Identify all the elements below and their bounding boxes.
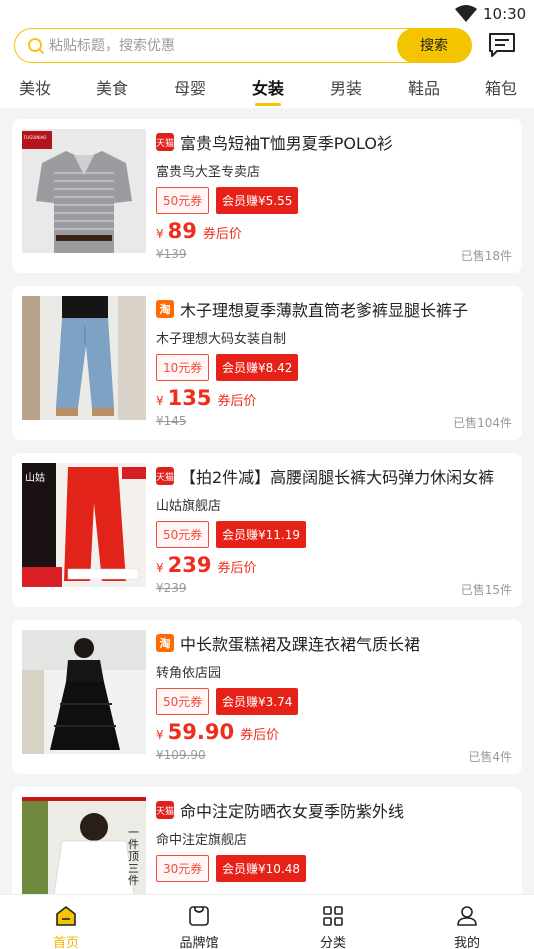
product-card[interactable]: 一件顶三件 天猫 命中注定防晒衣女夏季防紫外线 命中注定旗舰店 30元券 会员赚… [12, 787, 522, 894]
brand-logo-text: FUGUINIAO [24, 135, 47, 140]
wifi-icon [455, 5, 477, 22]
coupon-badge: 50元券 [156, 187, 210, 214]
product-image[interactable] [22, 296, 146, 420]
coupon-badge: 50元券 [156, 521, 210, 548]
tab-shoes[interactable]: 鞋品 [408, 75, 440, 99]
product-title[interactable]: 淘 中长款蛋糕裙及踝连衣裙气质长裙 [156, 632, 516, 654]
product-image[interactable]: 一件顶三件 [22, 797, 146, 894]
coupon-badge: 50元券 [156, 688, 210, 715]
search-button[interactable]: 搜索 [397, 27, 471, 63]
price: ¥ 135 券后价 [156, 386, 257, 410]
price: ¥ 89 券后价 [156, 219, 242, 243]
tab-food[interactable]: 美食 [96, 75, 128, 99]
tab-makeup[interactable]: 美妆 [19, 75, 51, 99]
tab-mens[interactable]: 男装 [330, 75, 362, 99]
price-value: 239 [167, 553, 212, 577]
shop-name[interactable]: 山姑旗舰店 [156, 495, 221, 514]
nav-label: 首页 [52, 936, 79, 949]
sold-count: 已售4件 [468, 750, 512, 764]
bottom-nav: 首页 品牌馆 分类 我的 [0, 894, 534, 949]
search-bar[interactable]: 搜索 [14, 27, 472, 63]
product-image[interactable] [22, 630, 146, 754]
tmall-icon: 天猫 [156, 133, 174, 151]
user-icon [457, 906, 477, 926]
coupon-badge: 10元券 [156, 354, 210, 381]
active-tab-indicator [255, 103, 281, 106]
price-tag: 券后价 [202, 227, 242, 242]
shop-name[interactable]: 转角依店园 [156, 662, 221, 681]
price-tag: 券后价 [217, 394, 257, 409]
home-icon [56, 906, 76, 926]
nav-label: 品牌馆 [179, 936, 219, 949]
promo-text: 一件顶三件 [128, 826, 139, 887]
sold-count: 已售18件 [460, 249, 512, 263]
price-tag: 券后价 [217, 561, 257, 576]
product-title-text: 中长款蛋糕裙及踝连衣裙气质长裙 [180, 635, 421, 654]
product-title[interactable]: 淘 木子理想夏季薄款直筒老爹裤显腿长裤子 [156, 298, 516, 320]
vip-earn-badge: 会员赚¥3.74 [216, 688, 299, 715]
tab-bags[interactable]: 箱包 [485, 75, 517, 99]
original-price: ¥109.90 [156, 748, 206, 762]
shop-name[interactable]: 富贵鸟大圣专卖店 [156, 161, 260, 180]
product-title-text: 木子理想夏季薄款直筒老爹裤显腿长裤子 [180, 301, 469, 320]
tab-womens[interactable]: 女装 [252, 75, 284, 99]
coupon-badge: 30元券 [156, 855, 210, 882]
shop-name[interactable]: 木子理想大码女装自制 [156, 328, 286, 347]
shop-name[interactable]: 命中注定旗舰店 [156, 829, 247, 848]
top-bar: 10:30 搜索 美妆 美食 母婴 女装 男装 鞋品 箱包 [0, 0, 534, 108]
nav-brand[interactable]: 品牌馆 [159, 900, 239, 949]
product-title[interactable]: 天猫 富贵鸟短袖T恤男夏季POLO衫 [156, 131, 516, 153]
product-card[interactable]: FUGUINIAO 天猫 富贵鸟短袖T恤男夏季POLO衫 富贵鸟大圣专卖店 50… [12, 119, 522, 273]
product-card[interactable]: 淘 木子理想夏季薄款直筒老爹裤显腿长裤子 木子理想大码女装自制 10元券 会员赚… [12, 286, 522, 440]
currency-symbol: ¥ [156, 227, 164, 241]
product-title-text: 【拍2件减】高腰阔腿长裤大码弹力休闲女裤 [180, 468, 495, 487]
price-tag: 券后价 [240, 728, 280, 743]
vip-earn-badge: 会员赚¥11.19 [216, 521, 306, 548]
search-input[interactable] [49, 35, 389, 57]
taobao-icon: 淘 [156, 300, 174, 318]
original-price: ¥239 [156, 581, 187, 595]
price: ¥ 59.90 券后价 [156, 720, 279, 744]
original-price: ¥139 [156, 247, 187, 261]
product-card[interactable]: 山姑 天猫 【拍2件减】高腰阔腿长裤大码弹力休闲女裤 山姑旗舰店 50元券 会员… [12, 453, 522, 607]
tmall-icon: 天猫 [156, 467, 174, 485]
product-list[interactable]: FUGUINIAO 天猫 富贵鸟短袖T恤男夏季POLO衫 富贵鸟大圣专卖店 50… [0, 108, 534, 894]
product-card[interactable]: 淘 中长款蛋糕裙及踝连衣裙气质长裙 转角依店园 50元券 会员赚¥3.74 ¥ … [12, 620, 522, 774]
currency-symbol: ¥ [156, 561, 164, 575]
message-icon[interactable] [487, 30, 517, 60]
price-value: 59.90 [167, 720, 235, 744]
brand-logo-text: 山姑 [25, 473, 45, 484]
nav-profile[interactable]: 我的 [427, 900, 507, 949]
product-title-text: 命中注定防晒衣女夏季防紫外线 [180, 802, 405, 821]
sold-count: 已售15件 [460, 583, 512, 597]
price-value: 89 [167, 219, 197, 243]
vip-earn-badge: 会员赚¥8.42 [216, 354, 299, 381]
nav-label: 分类 [319, 936, 346, 949]
category-tabs: 美妆 美食 母婴 女装 男装 鞋品 箱包 [0, 70, 534, 106]
grid-icon [323, 906, 343, 926]
price-value: 135 [167, 386, 212, 410]
product-title[interactable]: 天猫 【拍2件减】高腰阔腿长裤大码弹力休闲女裤 [156, 465, 516, 487]
tmall-icon: 天猫 [156, 801, 174, 819]
product-image[interactable]: 山姑 [22, 463, 146, 587]
bag-icon [189, 906, 209, 926]
status-bar: 10:30 [0, 0, 534, 28]
vip-earn-badge: 会员赚¥10.48 [216, 855, 306, 882]
nav-category[interactable]: 分类 [293, 900, 373, 949]
original-price: ¥145 [156, 414, 187, 428]
product-title-text: 富贵鸟短袖T恤男夏季POLO衫 [180, 134, 393, 153]
tab-baby[interactable]: 母婴 [174, 75, 206, 99]
sold-count: 已售104件 [453, 416, 512, 430]
status-time: 10:30 [483, 5, 527, 23]
currency-symbol: ¥ [156, 394, 164, 408]
nav-label: 我的 [453, 936, 480, 949]
nav-home[interactable]: 首页 [26, 900, 106, 949]
product-title[interactable]: 天猫 命中注定防晒衣女夏季防紫外线 [156, 799, 516, 821]
search-icon [28, 38, 45, 55]
price: ¥ 239 券后价 [156, 553, 257, 577]
taobao-icon: 淘 [156, 634, 174, 652]
product-image[interactable]: FUGUINIAO [22, 129, 146, 253]
vip-earn-badge: 会员赚¥5.55 [216, 187, 299, 214]
currency-symbol: ¥ [156, 728, 164, 742]
